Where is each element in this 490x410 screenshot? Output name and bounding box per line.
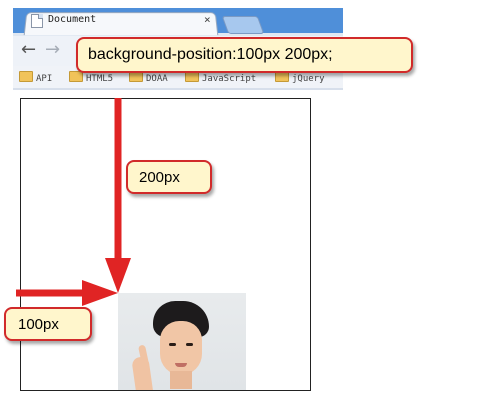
horizontal-arrow-head: [82, 280, 118, 306]
background-position-callout: background-position:100px 200px;: [76, 37, 413, 73]
vertical-arrow-head: [105, 258, 131, 293]
horizontal-offset-callout: 100px: [4, 307, 92, 341]
vertical-offset-callout: 200px: [126, 160, 212, 194]
